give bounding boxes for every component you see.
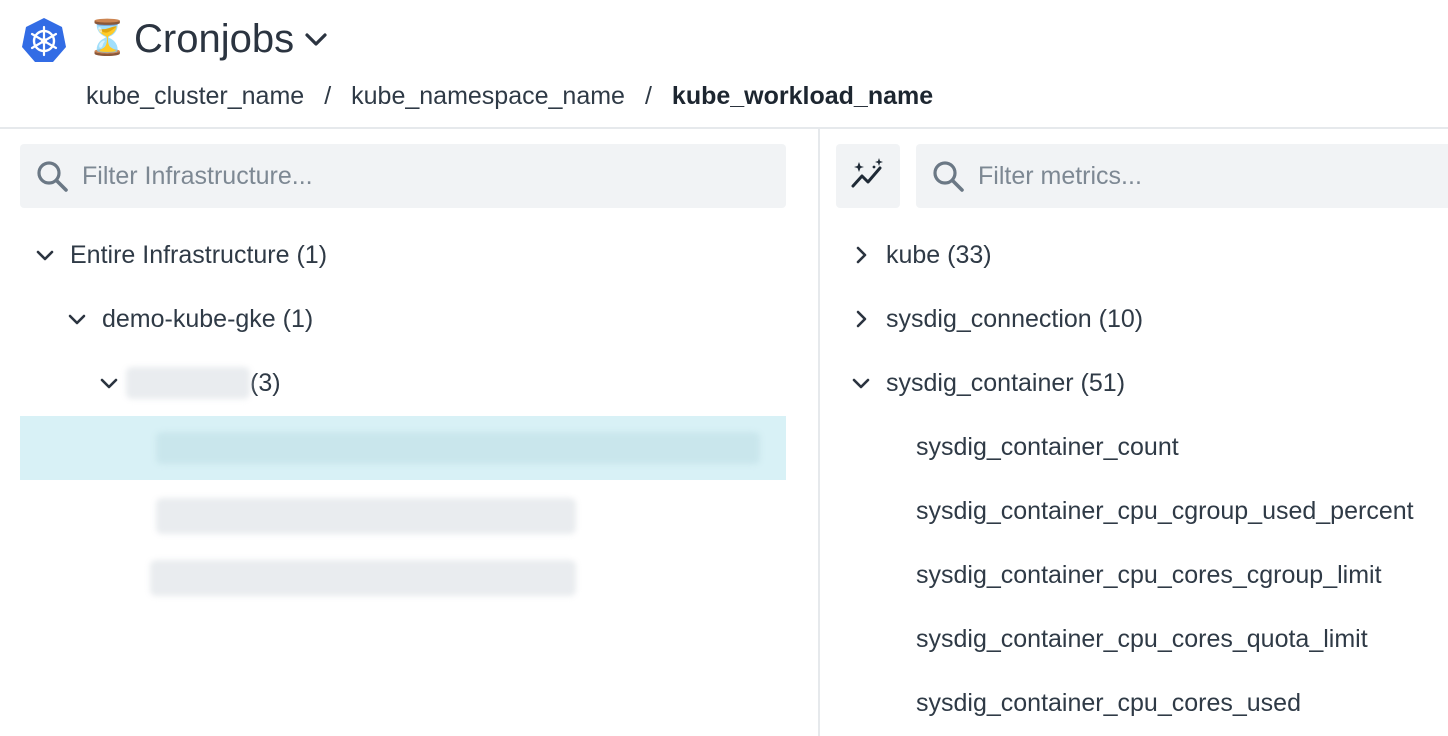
redacted-workload-name xyxy=(150,560,576,596)
ai-metrics-button[interactable] xyxy=(836,144,900,208)
metric-group-kube[interactable]: kube (33) xyxy=(850,223,992,287)
search-icon xyxy=(933,161,964,192)
metric-group-label: kube (33) xyxy=(886,240,992,269)
tree-node-namespace[interactable]: (3) xyxy=(98,351,281,415)
search-icon xyxy=(37,161,68,192)
breadcrumb: kube_cluster_name / kube_namespace_name / ku… xyxy=(86,78,933,114)
tree-node-workload[interactable] xyxy=(156,484,576,548)
metric-item-cpu-cores-quota-limit[interactable]: sysdig_container_cpu_cores_quota_limit xyxy=(916,607,1368,671)
chevron-right-icon[interactable] xyxy=(850,244,872,266)
metric-group-label: sysdig_connection (10) xyxy=(886,304,1144,333)
redacted-workload-name xyxy=(156,498,576,534)
sparkle-trend-icon xyxy=(851,158,883,188)
tree-node-cluster[interactable]: demo-kube-gke (1) xyxy=(66,287,313,351)
kubernetes-logo-icon xyxy=(22,18,66,62)
metric-item-cpu-cgroup-used-percent[interactable]: sysdig_container_cpu_cgroup_used_percent xyxy=(916,479,1414,543)
redacted-workload-name xyxy=(156,432,760,464)
metric-item-container-count[interactable]: sysdig_container_count xyxy=(916,415,1179,479)
chevron-down-icon[interactable] xyxy=(34,244,56,266)
metrics-search-input[interactable] xyxy=(978,156,1418,196)
metric-group-sysdig-container[interactable]: sysdig_container (51) xyxy=(850,351,1125,415)
tree-node-workload[interactable] xyxy=(150,546,576,610)
tree-node-selected-workload[interactable] xyxy=(20,416,786,480)
page-header: ⏳ Cronjobs kube_cluster_name / kube_namesp… xyxy=(0,0,1448,129)
panel-divider xyxy=(818,128,820,736)
chevron-right-icon[interactable] xyxy=(850,308,872,330)
breadcrumb-cluster[interactable]: kube_cluster_name xyxy=(86,82,304,110)
chevron-down-icon[interactable] xyxy=(98,372,120,394)
redacted-namespace-name xyxy=(126,367,250,399)
breadcrumb-separator: / xyxy=(324,82,332,110)
tree-node-label: Entire Infrastructure (1) xyxy=(70,240,328,269)
hourglass-emoji-icon: ⏳ xyxy=(86,18,129,58)
chevron-down-icon[interactable] xyxy=(850,372,872,394)
metrics-search-box[interactable] xyxy=(916,144,1448,208)
chevron-down-icon[interactable] xyxy=(66,308,88,330)
metric-item-cpu-cores-used[interactable]: sysdig_container_cpu_cores_used xyxy=(916,671,1301,735)
metric-item-cpu-cores-cgroup-limit[interactable]: sysdig_container_cpu_cores_cgroup_limit xyxy=(916,543,1382,607)
metric-group-sysdig-connection[interactable]: sysdig_connection (10) xyxy=(850,287,1143,351)
infra-search-input[interactable] xyxy=(82,156,682,196)
page-title: Cronjobs xyxy=(134,17,295,61)
infra-search-box[interactable] xyxy=(20,144,786,208)
tree-node-count: (3) xyxy=(250,368,281,397)
tree-node-label: demo-kube-gke (1) xyxy=(102,304,314,333)
metric-group-label: sysdig_container (51) xyxy=(886,368,1126,397)
chevron-down-icon[interactable] xyxy=(302,28,330,52)
breadcrumb-workload: kube_workload_name xyxy=(671,82,934,110)
breadcrumb-separator: / xyxy=(644,82,652,110)
breadcrumb-namespace[interactable]: kube_namespace_name xyxy=(351,82,625,110)
tree-node-entire-infrastructure[interactable]: Entire Infrastructure (1) xyxy=(34,223,327,287)
